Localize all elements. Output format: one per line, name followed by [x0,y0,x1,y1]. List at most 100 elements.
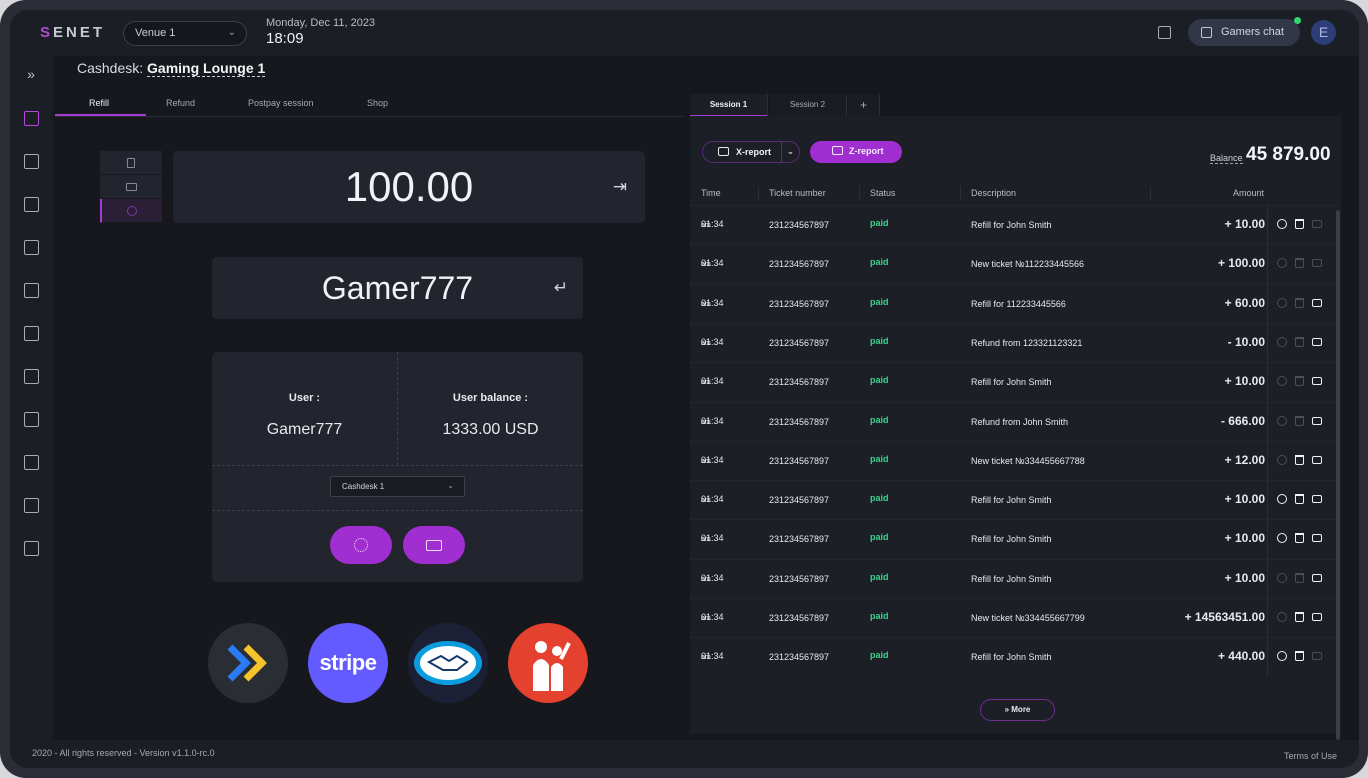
username-input[interactable]: Gamer777 ↵ [212,257,583,319]
refresh-icon[interactable] [1277,533,1287,544]
sidebar-item-4[interactable] [22,410,40,428]
enter-icon[interactable]: ↵ [554,257,568,319]
amount-display[interactable]: 100.00 ⇥ [173,151,645,223]
refresh-icon[interactable] [1277,376,1287,387]
table-row[interactable]: 01:34 am 231234567897 paid Refill for John … [690,519,1341,560]
sidebar-item-reports[interactable] [22,281,40,299]
tab-session-1[interactable]: Session 1 [690,94,768,116]
sidebar-item-cashdesk[interactable] [22,152,40,170]
refresh-icon[interactable] [1277,258,1287,269]
user-value: Gamer777 [266,421,343,438]
refresh-icon[interactable] [1277,219,1287,229]
sidebar-item-network[interactable] [22,109,40,127]
terms-link[interactable]: Terms of Use [1284,751,1337,761]
printer-icon[interactable] [1312,220,1322,228]
sidebar-item-1[interactable] [22,195,40,213]
pay-card-button[interactable] [403,526,465,564]
trash-icon[interactable] [1295,415,1304,426]
row-time: 01:34 am [701,455,724,465]
mercadopago-provider[interactable] [408,623,488,703]
trash-icon[interactable] [1295,612,1304,622]
gamers-chat-button[interactable]: Gamers chat [1188,19,1300,46]
cashdesk-icon[interactable] [1158,26,1171,39]
mode-user[interactable] [100,199,162,223]
table-row[interactable]: 01:34 am 231234567897 paid Refill for John … [690,558,1341,599]
add-session-button[interactable]: + [848,94,880,116]
refresh-icon[interactable] [1277,651,1287,662]
sidebar-item-windows[interactable] [22,238,40,256]
chevron-down-icon[interactable]: ⌄ [781,142,799,162]
device-frame: SENET Venue 1 ⌄ Monday, Dec 11, 2023 18:0… [0,0,1368,778]
mode-ticket[interactable] [100,151,162,175]
table-row[interactable]: 01:34 am 231234567897 paid New ticket №1122… [690,244,1341,285]
tab-shop[interactable]: Shop [367,98,388,108]
row-ticket: 231234567897 [769,416,830,427]
scrollbar[interactable] [1336,210,1340,740]
table-row[interactable]: 01:34 am 231234567897 paid Refund from John… [690,401,1341,442]
printer-icon[interactable] [1312,613,1322,621]
table-row[interactable]: 01:34 am 231234567897 paid Refill for John … [690,480,1341,521]
refresh-icon[interactable] [1277,454,1287,465]
table-row[interactable]: 01:34 am 231234567897 paid Refund from 1233… [690,322,1341,363]
tab-session-2[interactable]: Session 2 [769,94,847,116]
trash-icon[interactable] [1295,219,1304,229]
printer-icon[interactable] [1312,495,1322,504]
monitor-icon [125,182,137,191]
printer-icon[interactable] [1312,337,1322,346]
printer-icon[interactable] [1312,416,1322,425]
venue-select[interactable]: Venue 1 ⌄ [123,21,247,46]
cashdesk-select[interactable]: Cashdesk 1 ⌄ [330,476,465,497]
printer-icon[interactable] [1312,534,1322,543]
printer-icon[interactable] [1312,652,1322,661]
refresh-icon[interactable] [1277,415,1287,426]
trash-icon[interactable] [1295,533,1304,544]
trash-icon[interactable] [1295,376,1304,387]
table-row[interactable]: 01:34 am 231234567897 paid Refill for 11223… [690,283,1341,324]
row-actions [1267,323,1329,363]
sidebar-item-2[interactable] [22,324,40,342]
tab-refund[interactable]: Refund [166,98,195,108]
trash-icon[interactable] [1295,258,1304,269]
trash-icon[interactable] [1295,297,1304,308]
printer-icon[interactable] [1312,573,1322,582]
trash-icon[interactable] [1295,336,1304,347]
printer-icon[interactable] [1312,298,1322,307]
printer-icon[interactable] [1312,455,1322,464]
sidebar-item-6[interactable] [22,496,40,514]
pay-cash-button[interactable] [330,526,392,564]
mode-screen[interactable] [100,175,162,199]
trash-icon[interactable] [1295,454,1304,465]
tab-postpay[interactable]: Postpay session [248,98,314,108]
table-row[interactable]: 01:34 am 231234567897 paid Refill for John … [690,205,1341,245]
expand-sidebar-icon[interactable]: » [22,65,40,83]
paydroid-provider[interactable] [208,623,288,703]
printer-icon[interactable] [1312,259,1322,268]
trash-icon[interactable] [1295,494,1304,505]
table-row[interactable]: 01:34 am 231234567897 paid Refill for John … [690,637,1341,678]
table-row[interactable]: 01:34 am 231234567897 paid New ticket №3344… [690,440,1341,481]
trash-icon[interactable] [1295,651,1304,662]
refresh-icon[interactable] [1277,297,1287,308]
sidebar-item-5[interactable] [22,453,40,471]
arrow-right-tab-icon[interactable]: ⇥ [613,151,627,223]
refresh-icon[interactable] [1277,572,1287,583]
tab-refill[interactable]: Refill [89,98,109,108]
printer-icon[interactable] [1312,377,1322,386]
header-amount: Amount [1232,188,1264,198]
stripe-provider[interactable]: stripe [308,623,388,703]
sidebar-item-3[interactable] [22,367,40,385]
trash-icon[interactable] [1295,572,1304,583]
avatar[interactable]: E [1311,20,1336,45]
more-button[interactable]: » More [980,699,1055,721]
location-link[interactable]: Gaming Lounge 1 [147,60,266,77]
z-report-button[interactable]: Z-report [810,141,902,163]
cashless-provider[interactable] [508,623,588,703]
refresh-icon[interactable] [1277,336,1287,347]
sidebar-item-7[interactable] [22,539,40,557]
refresh-icon[interactable] [1277,494,1287,505]
row-actions [1267,284,1329,324]
x-report-button[interactable]: X-report ⌄ [702,141,800,163]
table-row[interactable]: 01:34 am 231234567897 paid New ticket №3344… [690,598,1341,638]
table-row[interactable]: 01:34 am 231234567897 paid Refill for John … [690,362,1341,403]
refresh-icon[interactable] [1277,612,1287,622]
